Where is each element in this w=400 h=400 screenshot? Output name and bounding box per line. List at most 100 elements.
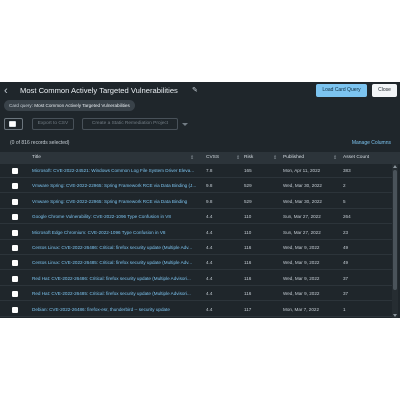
panel-header: ‹ Most Common Actively Targeted Vulnerab… [0, 82, 400, 100]
column-header-label: Title [32, 155, 41, 160]
sort-icon[interactable]: ⇕ [273, 152, 277, 164]
column-header-label: Risk [244, 155, 254, 160]
select-all-dropdown[interactable] [4, 118, 23, 130]
vulnerabilities-panel: ‹ Most Common Actively Targeted Vulnerab… [0, 82, 400, 318]
cell-asset-count: 49 [343, 260, 349, 266]
table-row[interactable]: Vmware Spring: CVE-2022-22965: Spring Fr… [0, 195, 392, 209]
column-header-published[interactable]: Published ⇕ [283, 152, 339, 164]
card-query-prefix: Card query: [9, 103, 34, 108]
cell-asset-count: 37 [343, 275, 349, 281]
cell-title[interactable]: Microsoft: CVE-2022-24521: Windows Commo… [32, 164, 200, 178]
row-checkbox[interactable] [12, 275, 18, 282]
cell-risk: 117 [244, 306, 252, 312]
cell-asset-count: 49 [343, 245, 349, 250]
column-header-label: Asset Count [343, 155, 370, 160]
cell-title[interactable]: Centos Linux: CVE-2022-26486: Critical: … [32, 241, 200, 255]
table-row[interactable]: Centos Linux: CVE-2022-26486: Critical: … [0, 241, 392, 255]
row-checkbox[interactable] [12, 260, 18, 267]
row-checkbox[interactable] [12, 183, 18, 190]
table-scrollbar[interactable] [392, 164, 398, 318]
cell-cvss: 4.4 [206, 260, 213, 266]
cell-published: Wed, Mar 9, 2022 [283, 291, 320, 297]
toolbar: Export to CSV Create a Static Remediatio… [0, 114, 400, 136]
card-query-chip: Card query: Most Common Actively Targete… [4, 100, 135, 111]
row-checkbox[interactable] [12, 168, 18, 174]
sort-icon[interactable]: ⇕ [190, 152, 194, 164]
cell-cvss: 9.8 [206, 198, 213, 204]
chevron-left-icon[interactable]: ‹ [4, 85, 8, 97]
pencil-icon[interactable]: ✎ [192, 86, 199, 94]
cell-cvss: 4.4 [206, 291, 213, 297]
table-row[interactable]: Debian: CVE-2022-26486: firefox-esr, thu… [0, 303, 392, 317]
cell-published: Wed, Mar 9, 2022 [283, 275, 320, 281]
cell-published: Sun, Mar 27, 2022 [283, 214, 321, 220]
page-title: Most Common Actively Targeted Vulnerabil… [20, 86, 178, 95]
cell-title[interactable]: Red Hat: CVE-2022-26485: Critical: firef… [32, 287, 200, 301]
sort-icon[interactable]: ⇕ [236, 152, 240, 164]
load-card-query-button[interactable]: Load Card Query [316, 84, 367, 97]
sort-icon[interactable]: ⇕ [333, 152, 337, 164]
records-bar: (0 of 816 records selected) Manage Colum… [0, 138, 400, 150]
cell-published: Mon, Mar 7, 2022 [283, 306, 320, 312]
scrollbar-thumb[interactable] [393, 170, 397, 290]
cell-published: Wed, Mar 9, 2022 [283, 260, 320, 266]
cell-published: Mon, Apr 11, 2022 [283, 168, 321, 173]
column-header-risk[interactable]: Risk ⇕ [244, 152, 282, 164]
row-checkbox[interactable] [12, 245, 18, 251]
cell-title[interactable]: Microsoft Edge Chromium: CVE-2022-1096 T… [32, 226, 200, 240]
cell-title[interactable]: Vmware Spring: CVE-2022-22965: Spring Fr… [32, 195, 200, 209]
export-csv-button[interactable]: Export to CSV [32, 118, 74, 130]
scroll-up-icon[interactable] [393, 165, 397, 168]
table-header: Title ⇕ CVSS ⇕ Risk ⇕ Published ⇕ Asset … [0, 152, 400, 164]
row-checkbox[interactable] [12, 291, 18, 298]
cell-cvss: 4.4 [206, 306, 213, 312]
manage-columns-link[interactable]: Manage Columns [352, 140, 391, 146]
cell-published: Sun, Mar 27, 2022 [283, 229, 321, 235]
select-all-checkbox[interactable] [9, 121, 16, 127]
table-row[interactable]: Vmware Spring: CVE-2022-22965: Spring Fr… [0, 179, 392, 194]
cell-title[interactable]: Debian: CVE-2022-26486: firefox-esr, thu… [32, 303, 200, 317]
cell-risk: 529 [244, 183, 252, 189]
row-checkbox[interactable] [12, 229, 18, 236]
column-header-label: Published [283, 155, 305, 160]
close-button[interactable]: Close [372, 84, 397, 97]
cell-cvss: 4.4 [206, 229, 213, 235]
scroll-down-icon[interactable] [393, 314, 397, 317]
table-row[interactable]: Google Chrome Vulnerability: CVE-2022-10… [0, 210, 392, 225]
cell-risk: 529 [244, 198, 252, 204]
column-header-asset-count[interactable]: Asset Count [343, 152, 391, 164]
cell-published: Wed, Mar 30, 2022 [283, 198, 322, 204]
row-checkbox[interactable] [12, 306, 18, 313]
cell-cvss: 4.4 [206, 275, 213, 281]
cell-title[interactable]: Vmware Spring: CVE-2022-22965: Spring Fr… [32, 179, 200, 193]
cell-published: Wed, Mar 9, 2022 [283, 245, 320, 250]
cell-asset-count: 1 [343, 306, 346, 312]
cell-published: Wed, Mar 30, 2022 [283, 183, 322, 189]
cell-asset-count: 2 [343, 183, 346, 189]
cell-title[interactable]: Google Chrome Vulnerability: CVE-2022-10… [32, 210, 200, 224]
cell-asset-count: 37 [343, 291, 349, 297]
create-remediation-project-button[interactable]: Create a Static Remediation Project [82, 118, 178, 130]
row-checkbox[interactable] [12, 214, 18, 221]
cell-cvss: 7.8 [206, 168, 213, 173]
table-row[interactable]: Red Hat: CVE-2022-26485: Critical: firef… [0, 287, 392, 302]
cell-risk: 116 [244, 275, 252, 281]
table-row[interactable]: Centos Linux: CVE-2022-26485: Critical: … [0, 256, 392, 271]
cell-risk: 110 [244, 229, 252, 235]
cell-risk: 116 [244, 260, 252, 266]
cell-risk: 110 [244, 214, 252, 220]
row-checkbox[interactable] [12, 198, 18, 205]
column-header-cvss[interactable]: CVSS ⇕ [206, 152, 244, 164]
column-header-title[interactable]: Title ⇕ [32, 152, 197, 164]
cell-asset-count: 5 [343, 198, 346, 204]
card-query-value: Most Common Actively Targeted Vulnerabil… [34, 103, 130, 108]
cell-title[interactable]: Centos Linux: CVE-2022-26485: Critical: … [32, 256, 200, 270]
cell-title[interactable]: Red Hat: CVE-2022-26486: Critical: firef… [32, 272, 200, 286]
table-row[interactable]: Microsoft: CVE-2022-24521: Windows Commo… [0, 164, 392, 178]
table-row[interactable]: Microsoft Edge Chromium: CVE-2022-1096 T… [0, 226, 392, 240]
column-header-label: CVSS [206, 155, 220, 160]
cell-asset-count: 383 [343, 168, 351, 173]
caret-down-icon[interactable] [182, 123, 188, 126]
cell-risk: 165 [244, 168, 252, 173]
table-row[interactable]: Red Hat: CVE-2022-26486: Critical: firef… [0, 272, 392, 286]
